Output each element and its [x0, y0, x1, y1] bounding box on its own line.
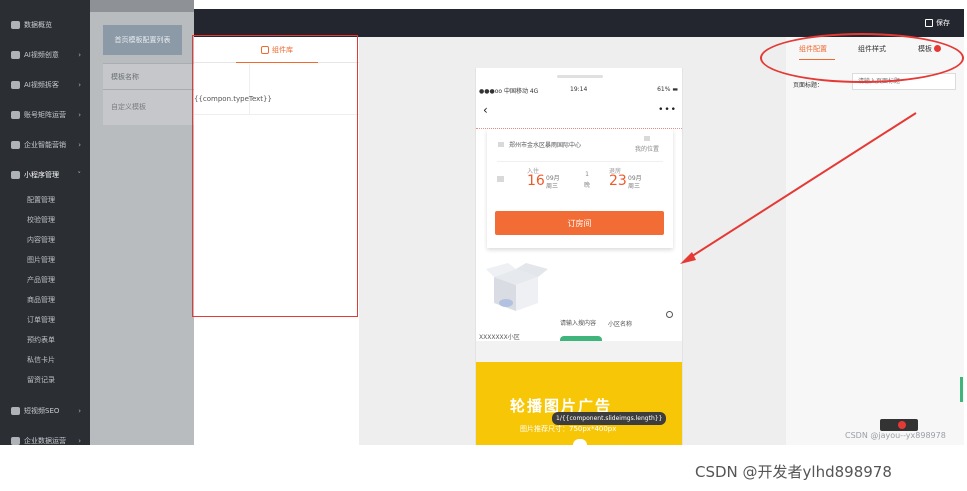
banner-dot — [573, 439, 587, 445]
nav-item-dashboard[interactable]: 数据概览 — [0, 10, 90, 40]
back-arrow-icon[interactable]: ‹ — [483, 103, 488, 117]
chevron-right-icon: › — [78, 407, 81, 415]
nav-item-account-matrix[interactable]: 账号矩阵运营 › — [0, 100, 90, 130]
community-name: 小区名称 — [608, 321, 633, 328]
nav-sub-leads[interactable]: 留资记录 — [0, 370, 90, 390]
nav-sub-booking[interactable]: 预约表单 — [0, 330, 90, 350]
location-pin-icon — [498, 142, 504, 147]
checkout-day[interactable]: 23 — [609, 173, 627, 189]
sidebar-nav: 数据概览 AI视频创意 › AI视频拆客 › 账号矩阵运营 › 企业智能营销 › 小程序… — [0, 0, 90, 445]
save-label: 保存 — [936, 19, 950, 27]
column-header: 模板名称 — [103, 64, 194, 90]
small-area-name: XXXXXXX小区 — [479, 334, 520, 341]
nav-item-ai-video-clip[interactable]: AI视频拆客 › — [0, 70, 90, 100]
nav-sub-images[interactable]: 图片管理 — [0, 250, 90, 270]
table-row: 自定义模板 — [111, 103, 146, 111]
nav-sub-orders[interactable]: 订单管理 — [0, 310, 90, 330]
miniprogram-icon — [11, 171, 20, 179]
nav-sub-products[interactable]: 产品管理 — [0, 270, 90, 290]
matrix-icon — [11, 111, 20, 119]
mini-toolbar[interactable] — [880, 419, 918, 431]
template-list-tab: 首页模板配置列表 — [103, 25, 182, 55]
inner-watermark: CSDN @jayou--yx898978 — [845, 431, 946, 440]
carrier-text: ●●●oo 中国移动 4G — [479, 88, 539, 95]
chevron-right-icon: › — [78, 141, 81, 149]
checkin-day[interactable]: 16 — [527, 173, 545, 189]
nav-label: 数据概览 — [24, 21, 52, 29]
nav-sub-dm-card[interactable]: 私信卡片 — [0, 350, 90, 370]
nights-count: 1 晚 — [583, 171, 590, 189]
divider — [497, 161, 663, 162]
booking-card: 郑州市金水区暴雨国际中心 我的位置 入住 16 09月 周三 1 晚 退房 23… — [487, 129, 673, 248]
nav-label: 账号矩阵运营 — [24, 111, 66, 119]
chevron-right-icon: › — [78, 51, 81, 59]
config-panel: 组件配置 组件样式 模板 页面标题： CSDN @jayou--yx898978 — [786, 37, 964, 445]
dashboard-icon — [11, 21, 20, 29]
nav-label: AI视频拆客 — [24, 81, 59, 89]
screenshot-root: 数据概览 AI视频创意 › AI视频拆客 › 账号矩阵运营 › 企业智能营销 › 小程序… — [0, 0, 967, 491]
nav-sub-config[interactable]: 配置管理 — [0, 190, 90, 210]
chevron-right-icon: › — [78, 437, 81, 445]
page-title-label: 页面标题： — [793, 82, 824, 89]
nav-item-seo[interactable]: 短视频SEO › — [0, 396, 90, 426]
nav-item-enterprise-marketing[interactable]: 企业智能营销 › — [0, 130, 90, 160]
seo-icon — [11, 407, 20, 415]
empty-box-illustration — [486, 263, 548, 311]
battery-text: 61% — [657, 86, 671, 93]
status-bar: ●●●oo 中国移动 4G 19:14 61% ▬ — [476, 85, 682, 96]
annotation-rectangle — [192, 35, 358, 317]
nav-label: AI视频创意 — [24, 51, 59, 59]
chevron-right-icon: › — [78, 111, 81, 119]
data-icon — [11, 437, 20, 445]
background-topbar — [90, 0, 194, 12]
save-icon — [925, 19, 933, 27]
checkout-meta: 09月 周三 — [628, 175, 642, 190]
background-page: 首页模板配置列表 模板名称 自定义模板 — [90, 0, 194, 445]
annotation-oval — [760, 33, 964, 83]
preview-canvas: ●●●oo 中国移动 4G 19:14 61% ▬ ‹ ••• 郑州市金水区暴雨… — [359, 37, 786, 445]
record-icon — [898, 421, 906, 429]
status-time: 19:14 — [570, 86, 588, 93]
video-icon — [11, 51, 20, 59]
template-table: 模板名称 自定义模板 — [103, 63, 194, 125]
nav-item-miniprogram[interactable]: 小程序管理 ˅ — [0, 160, 90, 190]
nav-sub-verify[interactable]: 校验管理 — [0, 210, 90, 230]
nav-label: 企业数据运营 — [24, 437, 66, 445]
nav-label: 短视频SEO — [24, 407, 60, 415]
carousel-banner[interactable]: 轮播图片广告 图片推荐尺寸：750px*400px 1/{{component.… — [476, 362, 682, 445]
nav-item-ai-video-idea[interactable]: AI视频创意 › — [0, 40, 90, 70]
phone-speaker — [557, 75, 603, 78]
nav-label: 小程序管理 — [24, 171, 59, 179]
chart-icon — [11, 141, 20, 149]
phone-navbar: ‹ ••• — [476, 96, 682, 129]
clip-icon — [11, 81, 20, 89]
save-button[interactable]: 保存 — [925, 18, 950, 28]
book-room-button[interactable]: 订房间 — [495, 211, 664, 235]
banner-page-indicator: 1/{{component.slideimgs.length}} — [552, 412, 667, 425]
my-location-link[interactable]: 我的位置 — [635, 144, 659, 153]
nav-item-data-ops[interactable]: 企业数据运营 › — [0, 426, 90, 445]
search-icon[interactable] — [666, 311, 673, 318]
battery-indicator: 61% ▬ — [657, 86, 678, 93]
phone-preview: ●●●oo 中国移动 4G 19:14 61% ▬ ‹ ••• 郑州市金水区暴雨… — [475, 68, 683, 445]
chevron-right-icon: › — [78, 81, 81, 89]
calendar-icon — [497, 176, 504, 182]
footer-watermark: CSDN @开发者ylhd898978 — [695, 463, 892, 481]
scrollbar[interactable] — [960, 377, 963, 402]
search-hint-text[interactable]: 请输入搜内容 — [560, 318, 596, 327]
banner-size-hint: 图片推荐尺寸：750px*400px — [520, 425, 617, 433]
hotel-address: 郑州市金水区暴雨国际中心 — [509, 142, 582, 149]
section-divider — [476, 341, 682, 362]
navigate-icon — [644, 136, 650, 141]
nav-sub-goods[interactable]: 商品管理 — [0, 290, 90, 310]
nav-label: 企业智能营销 — [24, 141, 66, 149]
chevron-down-icon: ˅ — [77, 171, 82, 179]
checkin-meta: 09月 周三 — [546, 175, 560, 190]
more-dots-icon[interactable]: ••• — [658, 105, 677, 115]
nav-sub-content[interactable]: 内容管理 — [0, 230, 90, 250]
